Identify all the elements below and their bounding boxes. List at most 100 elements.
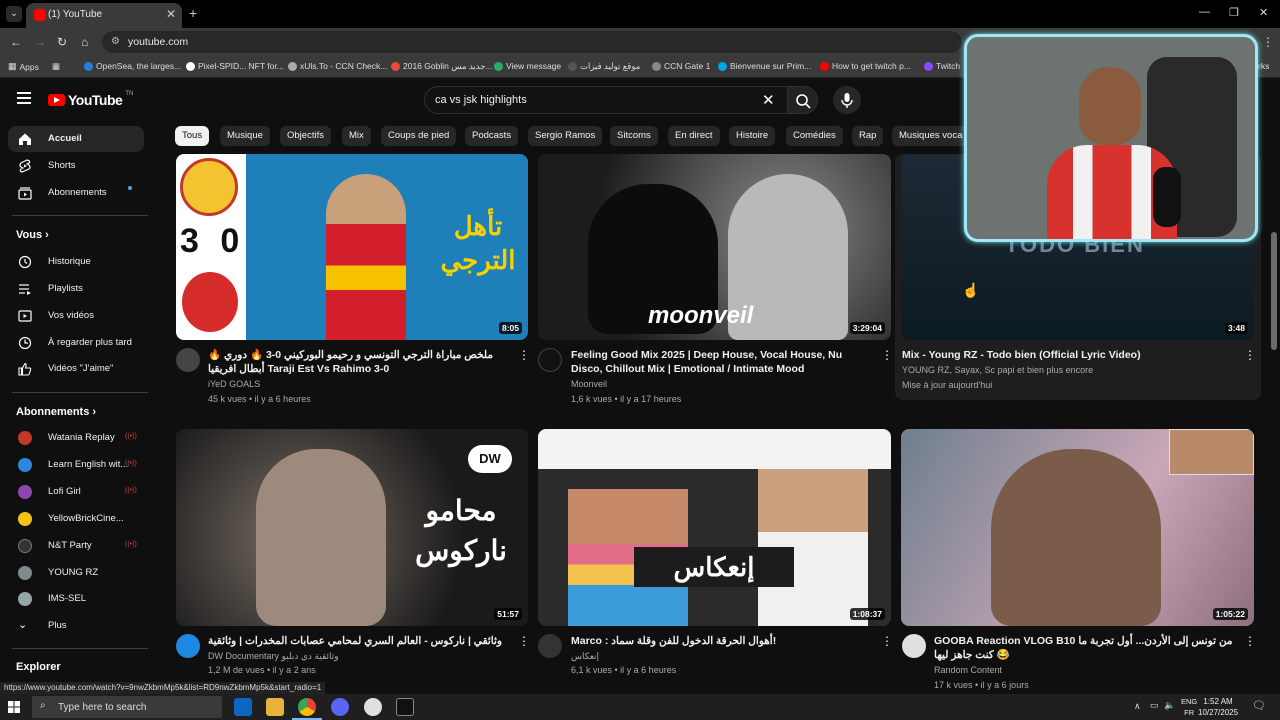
discord-icon[interactable] <box>331 698 349 716</box>
restore-icon[interactable]: ❐ <box>1229 6 1239 19</box>
channel-avatar[interactable] <box>538 634 562 658</box>
sidebar-sub-young-rz[interactable]: YOUNG RZ <box>8 560 144 586</box>
input-language[interactable]: ENG FR <box>1181 696 1197 718</box>
bookmark-ccn-gate[interactable]: CCN Gate 1 <box>652 61 710 71</box>
sidebar-item-playlists[interactable]: Playlists <box>8 276 144 302</box>
active-browser-tab[interactable]: (1) YouTube ✕ <box>26 3 182 28</box>
bookmark-pixel-spid[interactable]: Pixel-SPID... NFT for... <box>186 61 284 71</box>
video-title[interactable]: Feeling Good Mix 2025 | Deep House, Voca… <box>571 348 871 376</box>
site-info-icon[interactable]: ⚙ <box>111 36 120 47</box>
bookmark-twitch[interactable]: Twitch <box>924 61 960 71</box>
video-title[interactable]: 🔥 ملخص مباراة الترجي التونسي و رحيمو الب… <box>208 348 508 376</box>
chip-kicks[interactable]: Coups de pied <box>381 126 457 146</box>
volume-icon[interactable]: 🔈 <box>1164 700 1175 711</box>
more-options-icon[interactable]: ⋮ <box>1244 348 1256 362</box>
sidebar-item-your-videos[interactable]: Vos vidéos <box>8 303 144 329</box>
menu-icon[interactable] <box>17 92 31 104</box>
channel-name[interactable]: Moonveil <box>571 379 607 389</box>
windows-start-icon[interactable] <box>8 701 20 713</box>
clear-search-icon[interactable]: ✕ <box>762 91 775 109</box>
sidebar-sub-nt-party[interactable]: N&T Party ((•)) <box>8 533 144 559</box>
taskbar-app-icon[interactable] <box>234 698 252 716</box>
chip-history[interactable]: Histoire <box>729 126 776 146</box>
channel-name[interactable]: Random Content <box>934 665 1002 675</box>
video-title[interactable]: وثائقي | ناركوس - العالم السري لمحامي عص… <box>208 634 508 649</box>
page-scrollbar[interactable] <box>1271 232 1277 350</box>
address-bar[interactable]: ⚙ youtube.com <box>102 31 962 53</box>
channel-name[interactable]: إنعكاس <box>571 651 599 662</box>
more-options-icon[interactable]: ⋮ <box>518 348 530 362</box>
terminal-icon[interactable] <box>396 698 414 716</box>
back-icon[interactable]: ← <box>10 35 22 49</box>
tab-groups-icon[interactable]: ▦ <box>52 61 60 72</box>
bookmark-visa-generator[interactable]: موقع توليد فيزات <box>568 61 640 72</box>
sidebar-section-you[interactable]: Vous › <box>16 229 49 241</box>
sidebar-sub-learn-english[interactable]: Learn English wit... ((•)) <box>8 452 144 478</box>
channel-name[interactable]: YOUNG RZ, Sayax, Sc papi et bien plus en… <box>902 365 1093 375</box>
video-thumbnail[interactable]: إنعكاس 1:08:37 <box>538 429 891 626</box>
chip-sergio-ramos[interactable]: Sergio Ramos <box>528 126 603 146</box>
sidebar-item-liked-videos[interactable]: Vidéos "J'aime" <box>8 356 144 382</box>
sidebar-sub-ims-sel[interactable]: IMS-SEL <box>8 586 144 612</box>
voice-search-button[interactable] <box>833 86 861 114</box>
sidebar-section-subscriptions[interactable]: Abonnements › <box>16 406 96 418</box>
channel-avatar[interactable] <box>176 634 200 658</box>
browser-menu-icon[interactable]: ⋮ <box>1262 35 1274 49</box>
home-page-icon[interactable]: ⌂ <box>81 35 88 49</box>
sidebar-item-subscriptions[interactable]: Abonnements <box>8 180 144 206</box>
forward-icon[interactable]: → <box>34 35 46 49</box>
notifications-icon[interactable]: 🗨 <box>1252 699 1266 712</box>
window-close-icon[interactable]: ✕ <box>1259 6 1268 19</box>
bookmark-xuls[interactable]: xUls.To - CCN Check... <box>288 61 387 71</box>
sidebar-show-more[interactable]: ⌄ Plus <box>8 613 144 639</box>
sidebar-sub-lofi-girl[interactable]: Lofi Girl ((•)) <box>8 479 144 505</box>
search-button[interactable] <box>788 86 818 114</box>
search-input[interactable]: ca vs jsk highlights ✕ <box>424 86 788 114</box>
video-thumbnail[interactable]: 3 0 تأهل الترجي 8:05 <box>176 154 528 340</box>
chip-rap[interactable]: Rap <box>852 126 884 146</box>
video-title[interactable]: Marco : أهوال الحرقة الدخول للفن وقلة سم… <box>571 634 871 648</box>
sidebar-sub-watania-replay[interactable]: Watania Replay ((•)) <box>8 425 144 451</box>
sidebar-sub-yellowbrickcine[interactable]: YellowBrickCine... <box>8 506 144 532</box>
file-explorer-icon[interactable] <box>266 698 284 716</box>
youtube-logo[interactable]: YouTube TN <box>48 91 133 108</box>
bookmark-twitch-guide[interactable]: How to get twitch p... <box>820 61 911 71</box>
chip-sitcoms[interactable]: Sitcoms <box>610 126 658 146</box>
bookmark-apps[interactable]: ▦ Apps <box>8 61 39 72</box>
taskbar-search-input[interactable]: ⌕ Type here to search <box>32 696 222 718</box>
chip-live[interactable]: En direct <box>668 126 720 146</box>
network-icon[interactable]: ▭ <box>1150 700 1159 711</box>
video-thumbnail[interactable]: moonveil 3:29:04 <box>538 154 891 340</box>
video-thumbnail[interactable]: DW محامو ناركوس 51:57 <box>176 429 528 626</box>
tab-close-icon[interactable]: ✕ <box>166 7 176 21</box>
channel-avatar[interactable] <box>538 348 562 372</box>
bookmark-prime[interactable]: Bienvenue sur Prim... <box>718 61 811 71</box>
video-title[interactable]: GOOBA Reaction VLOG B10 من تونس إلى الأر… <box>934 634 1234 662</box>
chip-mix[interactable]: Mix <box>342 126 371 146</box>
system-clock[interactable]: 1:52 AM 10/27/2025 <box>1198 696 1238 718</box>
bookmark-opensea[interactable]: OpenSea, the larges... <box>84 61 181 71</box>
obs-icon[interactable] <box>364 698 382 716</box>
sidebar-item-shorts[interactable]: Shorts <box>8 153 144 179</box>
video-title[interactable]: Mix - Young RZ - Todo bien (Official Lyr… <box>902 348 1232 362</box>
sidebar-item-watch-later[interactable]: À regarder plus tard <box>8 330 144 356</box>
bookmark-view-message[interactable]: View message <box>494 61 561 71</box>
new-tab-button[interactable]: + <box>189 5 197 21</box>
channel-avatar[interactable] <box>176 348 200 372</box>
chrome-icon[interactable] <box>298 698 316 716</box>
channel-name[interactable]: iYeD GOALS <box>208 379 260 389</box>
chip-all[interactable]: Tous <box>175 126 210 146</box>
tab-search-button[interactable]: ⌄ <box>6 6 22 22</box>
bookmark-goblin[interactable]: 2016 Goblin جديد مس... <box>391 61 493 72</box>
video-thumbnail[interactable]: 1:05:22 <box>901 429 1254 626</box>
more-options-icon[interactable]: ⋮ <box>881 634 893 648</box>
sidebar-item-home[interactable]: Accueil <box>8 126 144 152</box>
chip-vocal-music[interactable]: Musiques voca <box>892 126 970 146</box>
channel-name[interactable]: DW Documentary وثائقية دي دبليو <box>208 651 339 662</box>
chip-comedies[interactable]: Comédies <box>786 126 843 146</box>
chip-podcasts[interactable]: Podcasts <box>465 126 519 146</box>
sidebar-item-history[interactable]: Historique <box>8 249 144 275</box>
more-options-icon[interactable]: ⋮ <box>1244 634 1256 648</box>
more-options-icon[interactable]: ⋮ <box>881 348 893 362</box>
reload-icon[interactable]: ↻ <box>57 35 67 49</box>
